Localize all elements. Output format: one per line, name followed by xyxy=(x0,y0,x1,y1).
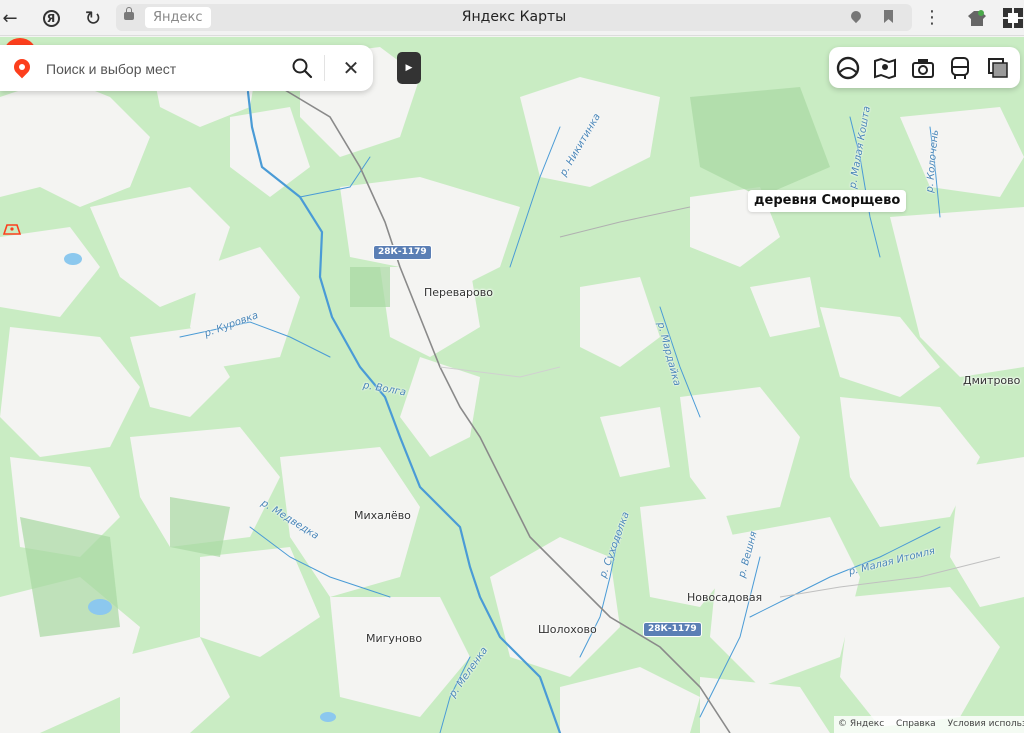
help-link[interactable]: Справка xyxy=(896,719,936,729)
collapse-panel-button[interactable]: ▶ xyxy=(397,52,421,84)
map-copyright-bar: © Яндекс Справка Условия использования xyxy=(834,716,1024,733)
extension-puzzle-icon[interactable] xyxy=(1002,7,1024,29)
place-name-label[interactable]: деревня Сморщево xyxy=(748,190,907,212)
extension-icon[interactable] xyxy=(966,8,988,28)
search-icon[interactable] xyxy=(291,57,313,79)
yandex-logo-icon: Я xyxy=(42,9,60,27)
road-number-sign: 28К-1179 xyxy=(643,622,702,637)
camera-icon[interactable] xyxy=(910,55,936,81)
panorama-icon[interactable] xyxy=(835,55,861,81)
map-type-icon[interactable] xyxy=(985,55,1011,81)
yandex-home-button[interactable]: Я xyxy=(38,5,64,31)
search-divider xyxy=(324,55,325,81)
terms-link[interactable]: Условия использования xyxy=(948,719,1024,729)
map-tiles xyxy=(0,47,1024,733)
transit-icon[interactable] xyxy=(947,55,973,81)
place-area-icon xyxy=(2,224,22,235)
browser-toolbar: ← Я ↻ Яндекс Яндекс Карты ⋮ xyxy=(0,0,1024,36)
map-layers-toolbar xyxy=(829,47,1020,88)
address-bar[interactable]: Яндекс Яндекс Карты xyxy=(116,4,912,31)
browser-menu-button[interactable]: ⋮ xyxy=(922,6,942,30)
back-arrow-icon[interactable]: ← xyxy=(0,5,23,31)
field-areas xyxy=(0,47,1024,733)
layers-map-icon[interactable] xyxy=(872,55,898,81)
settlement-label[interactable]: Новосадовая xyxy=(687,591,762,604)
close-icon[interactable]: ✕ xyxy=(340,55,362,81)
settlement-label[interactable]: Шолохово xyxy=(538,623,597,636)
map-pin-icon xyxy=(10,55,34,79)
page-title: Яндекс Карты xyxy=(461,9,567,25)
search-input[interactable] xyxy=(44,55,284,83)
copyright-text[interactable]: © Яндекс xyxy=(838,719,884,729)
road-number-sign: 28К-1179 xyxy=(373,245,432,260)
map-canvas[interactable]: Переварово Дмитрово Михалёво Новосадовая… xyxy=(0,37,1024,733)
settlement-label[interactable]: Михалёво xyxy=(354,509,411,522)
settlement-label[interactable]: Мигуново xyxy=(366,632,422,645)
settlement-label[interactable]: Дмитрово xyxy=(963,374,1020,387)
reload-icon[interactable]: ↻ xyxy=(80,5,106,31)
search-panel: ✕ xyxy=(0,45,373,91)
settlement-label[interactable]: Переварово xyxy=(424,286,493,299)
